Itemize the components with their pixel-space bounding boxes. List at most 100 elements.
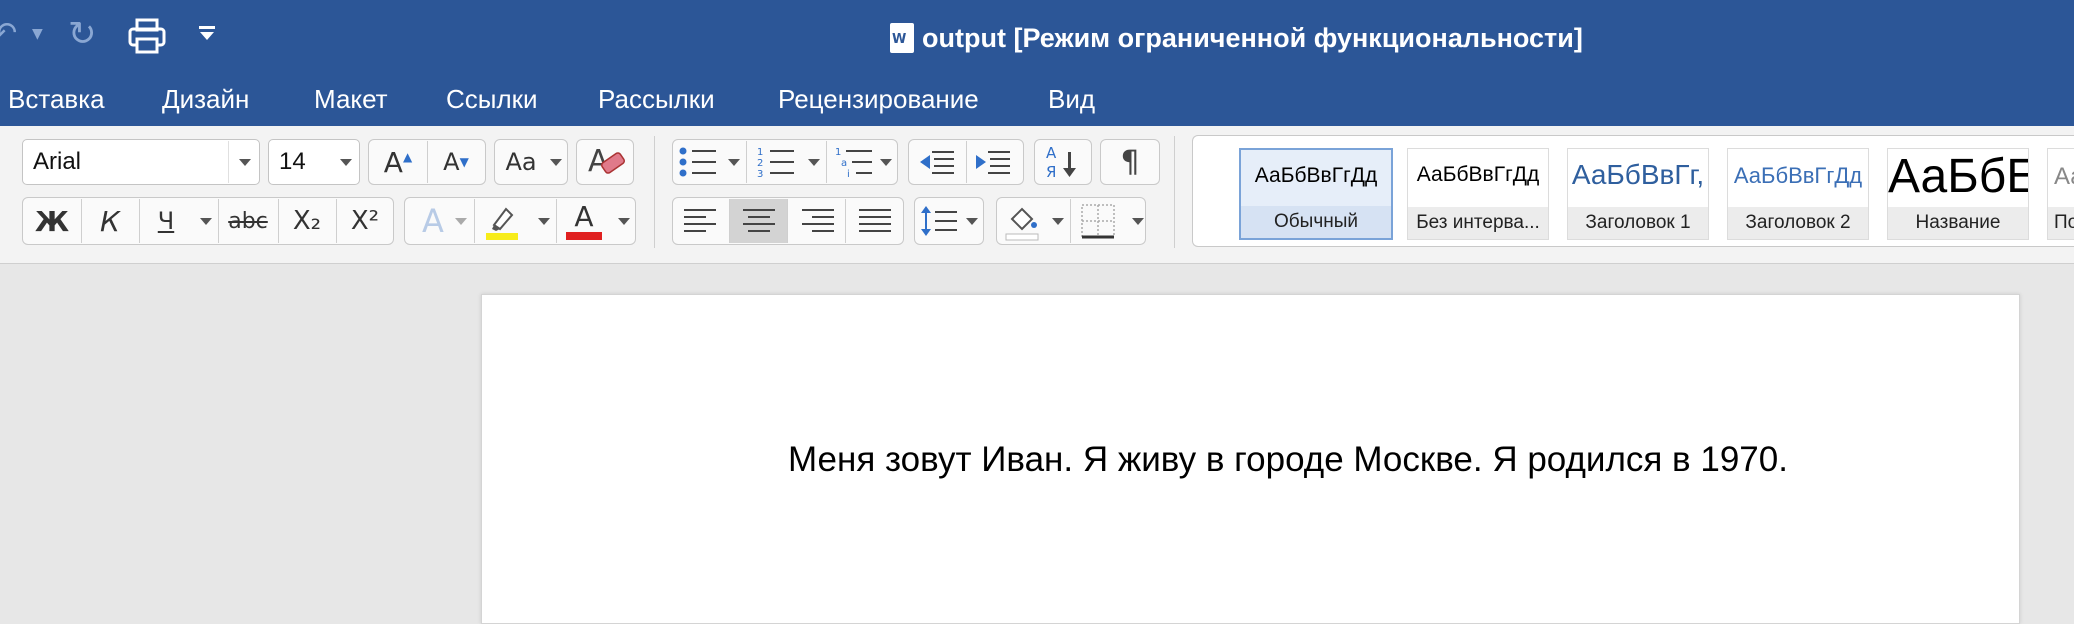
numbering-dropdown-icon[interactable] (808, 159, 820, 166)
shading-dropdown-icon[interactable] (1052, 218, 1064, 225)
svg-text:a: a (841, 158, 847, 169)
subscript-icon: X₂ (292, 206, 322, 236)
style-heading-1[interactable]: АаБбВвГг, Заголовок 1 (1567, 148, 1709, 240)
subscript-button[interactable]: X₂ (279, 199, 335, 243)
style-sample: АаБбВвГгДд (1733, 163, 1863, 188)
font-name-field[interactable]: Arial (22, 139, 260, 185)
increase-indent-icon[interactable] (974, 146, 1012, 178)
sort-icon: АЯ (1046, 144, 1076, 181)
font-color-icon: A (574, 199, 594, 233)
tab-review[interactable]: Рецензирование (778, 84, 979, 115)
font-color-swatch (566, 232, 602, 240)
bullets-dropdown-icon[interactable] (728, 159, 740, 166)
multilevel-list-dropdown-icon[interactable] (880, 159, 892, 166)
align-center-icon (743, 209, 775, 232)
tab-design[interactable]: Дизайн (162, 84, 249, 115)
group-separator (1174, 136, 1175, 248)
window-title-text: output [Режим ограниченной функционально… (922, 22, 1583, 53)
clear-formatting-icon: A (588, 144, 626, 179)
line-spacing-icon (921, 206, 957, 236)
style-label: Обычный (1241, 206, 1391, 238)
font-name-dropdown-icon[interactable] (239, 159, 251, 166)
font-size-dropdown-icon[interactable] (340, 159, 352, 166)
align-right-icon[interactable] (800, 207, 834, 235)
style-heading-2[interactable]: АаБбВвГгДд Заголовок 2 (1727, 148, 1869, 240)
shrink-font-button[interactable]: A ▼ (428, 141, 484, 183)
borders-dropdown-icon[interactable] (1132, 218, 1144, 225)
highlight-dropdown-icon[interactable] (538, 218, 550, 225)
svg-text:3: 3 (757, 169, 763, 178)
underline-icon: Ч (157, 207, 175, 235)
bullets-icon[interactable] (678, 146, 718, 178)
ribbon-tabs: Вставка Дизайн Макет Ссылки Рассылки Рец… (0, 72, 2074, 126)
tab-view[interactable]: Вид (1048, 84, 1095, 115)
tab-insert[interactable]: Вставка (8, 84, 105, 115)
style-no-spacing[interactable]: АаБбВвГгДд Без интерва... (1407, 148, 1549, 240)
text-effects-button[interactable]: A (408, 199, 458, 243)
style-sample: АаБбВвГг, (1571, 159, 1705, 190)
text-effects-dropdown-icon[interactable] (455, 218, 467, 225)
print-icon[interactable] (128, 16, 166, 56)
tab-mailings[interactable]: Рассылки (598, 84, 715, 115)
multilevel-list-icon[interactable]: 1ai (834, 146, 874, 178)
divider (556, 199, 557, 243)
divider (845, 199, 846, 243)
style-label: По (2048, 207, 2074, 239)
style-sample: АаБбЕ (1888, 150, 2028, 203)
svg-text:А: А (1046, 144, 1057, 162)
style-sample: Аа (2054, 163, 2074, 190)
numbering-icon[interactable]: 123 (756, 146, 796, 178)
svg-text:1: 1 (835, 147, 841, 158)
justify-icon[interactable] (858, 207, 892, 235)
font-name-divider (228, 141, 229, 183)
document-paragraph[interactable]: Меня зовут Иван. Я живу в городе Москве.… (788, 440, 1788, 480)
font-name-value: Arial (33, 148, 82, 175)
divider (826, 141, 827, 183)
grow-font-button[interactable]: A ▲ (370, 141, 426, 183)
strikethrough-button[interactable]: abc (219, 199, 277, 243)
style-label: Заголовок 1 (1568, 207, 1708, 239)
customize-toolbar-icon[interactable] (198, 26, 216, 42)
bold-button[interactable]: Ж (24, 199, 80, 243)
align-left-icon[interactable] (684, 207, 718, 235)
change-case-dropdown-icon[interactable] (550, 159, 562, 166)
font-color-dropdown-icon[interactable] (618, 218, 630, 225)
tab-layout[interactable]: Макет (314, 84, 388, 115)
svg-text:2: 2 (757, 158, 763, 169)
borders-icon[interactable] (1080, 203, 1116, 241)
text-effects-icon: A (422, 202, 444, 240)
superscript-icon: X² (350, 206, 380, 236)
document-page[interactable]: Меня зовут Иван. Я живу в городе Москве.… (481, 294, 2020, 624)
divider (474, 199, 475, 243)
styles-gallery: АаБбВвГгДд Обычный АаБбВвГгДд Без интерв… (1192, 135, 2074, 247)
highlight-icon[interactable] (484, 203, 520, 241)
style-normal[interactable]: АаБбВвГгДд Обычный (1239, 148, 1393, 240)
title-bar: ↶ ▼ ↻ output [Режим ограниченной функцио… (0, 0, 2074, 72)
window-title: output [Режим ограниченной функционально… (890, 18, 1583, 58)
bold-icon: Ж (34, 204, 70, 238)
superscript-button[interactable]: X² (337, 199, 393, 243)
strikethrough-icon: abc (228, 208, 268, 234)
svg-text:Я: Я (1046, 163, 1056, 181)
grow-font-icon: A (383, 145, 403, 179)
svg-text:i: i (847, 169, 850, 178)
italic-button[interactable]: К (82, 199, 138, 243)
word-document-icon (890, 23, 914, 53)
style-subtitle[interactable]: Аа По (2047, 148, 2074, 240)
redo-icon[interactable]: ↻ (68, 14, 97, 54)
divider (746, 141, 747, 183)
underline-button[interactable]: Ч (140, 199, 192, 243)
font-color-button[interactable]: A (562, 199, 606, 233)
style-label: Без интерва... (1408, 207, 1548, 239)
tab-references[interactable]: Ссылки (446, 84, 538, 115)
style-title[interactable]: АаБбЕ Название (1887, 148, 2029, 240)
underline-dropdown-icon[interactable] (200, 218, 212, 225)
svg-text:1: 1 (757, 147, 763, 158)
decrease-indent-icon[interactable] (918, 146, 956, 178)
divider (787, 199, 788, 243)
change-case-label: Aa (505, 148, 537, 176)
line-spacing-dropdown-icon[interactable] (966, 218, 978, 225)
undo-dropdown-icon[interactable]: ▼ (32, 26, 43, 42)
undo-icon[interactable]: ↶ (0, 16, 17, 51)
shading-icon[interactable] (1004, 203, 1040, 241)
